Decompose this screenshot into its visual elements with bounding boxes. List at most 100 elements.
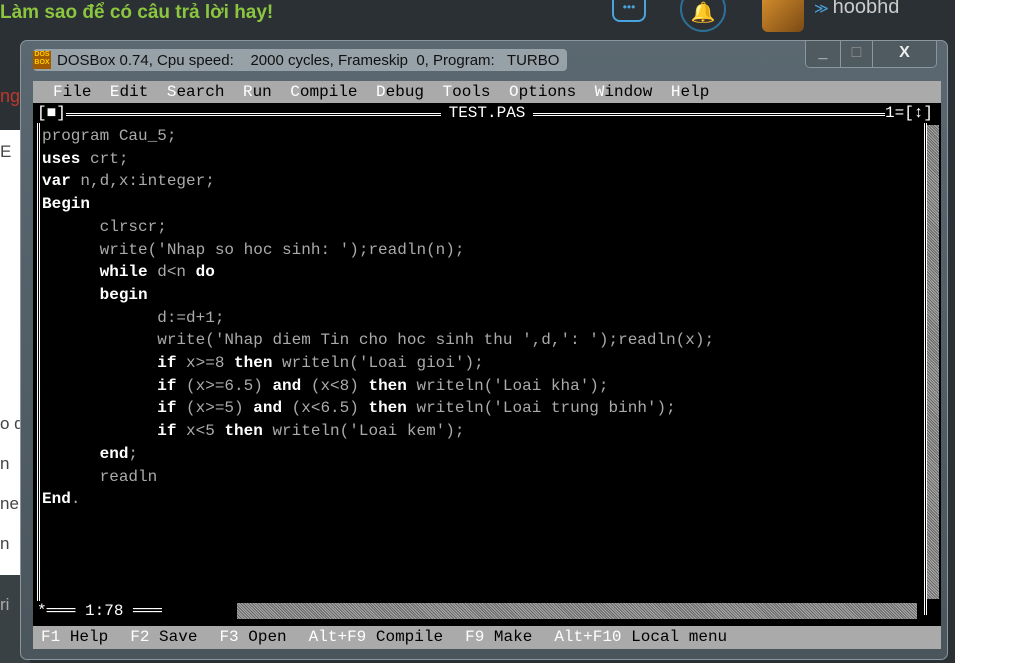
menu-hotkey: T [442, 83, 453, 101]
menu-label: ebug [385, 83, 425, 101]
vertical-scrollbar[interactable] [927, 125, 939, 599]
code-area[interactable]: program Cau_5; uses crt; var n,d,x:integer… [42, 125, 714, 511]
editor-window: TEST.PAS [■] 1=[↕] program Cau_5; uses cr… [33, 103, 941, 626]
menu-hotkey: W [594, 83, 605, 101]
code-line: write('Nhap diem Tin cho hoc sinh thu ',… [42, 329, 714, 352]
menu-item-compile[interactable]: Compile [290, 83, 357, 101]
menu-item-window[interactable]: Window [595, 83, 653, 101]
code-keyword: then [368, 376, 407, 395]
code-text: writeln('Loai kha'); [406, 376, 609, 395]
code-keyword: if [157, 422, 177, 441]
status-label: Help [69, 628, 109, 646]
code-text: . [70, 490, 81, 509]
menu-label: elp [680, 83, 710, 101]
maximize-button[interactable]: □ [840, 41, 872, 67]
code-keyword: if [157, 376, 177, 395]
code-line: clrscr; [42, 216, 714, 239]
horizontal-scrollbar[interactable] [237, 603, 917, 619]
chat-icon[interactable]: ••• [612, 0, 646, 22]
code-keyword: End [42, 490, 71, 509]
status-item-open[interactable]: F3 Open [219, 628, 286, 646]
status-bar: F1 Help F2 Save F3 Open Alt+F9 Compile F9 Ma… [33, 626, 941, 649]
menu-label: ompile [299, 83, 358, 101]
status-label: Open [248, 628, 287, 646]
code-text: (x>=6.5) [176, 376, 273, 395]
avatar[interactable] [762, 0, 804, 32]
menu-item-help[interactable]: Help [671, 83, 709, 101]
status-item-make[interactable]: F9 Make [465, 628, 532, 646]
window-number-zoom[interactable]: 1=[↕] [884, 103, 933, 123]
code-text: (x<6.5) [282, 399, 369, 418]
code-keyword: if [157, 354, 177, 373]
code-text: ; [128, 444, 139, 463]
code-text: n,d,x:integer; [70, 172, 215, 191]
user-menu[interactable]: ≫ hoobhd [814, 0, 899, 19]
code-keyword: then [224, 422, 263, 441]
page-text-fragment: n [0, 454, 10, 473]
code-keyword: uses [42, 149, 81, 168]
status-label: Save [159, 628, 198, 646]
code-line: if (x>=6.5) and (x<8) then writeln('Loai… [42, 375, 714, 398]
code-line: while d<n do [42, 261, 714, 284]
menu-item-search[interactable]: Search [167, 83, 225, 101]
close-button[interactable]: X [872, 41, 936, 67]
status-item-compile[interactable]: Alt+F9 Compile [309, 628, 443, 646]
status-key: Alt+F9 [308, 628, 367, 646]
menu-item-options[interactable]: Options [509, 83, 576, 101]
menu-hotkey: D [376, 83, 386, 101]
status-key: F2 [130, 628, 150, 646]
code-line: write('Nhap so hoc sinh: ');readln(n); [42, 239, 714, 262]
status-item-local-menu[interactable]: Alt+F10 Local menu [554, 628, 727, 646]
close-box[interactable]: [■] [37, 103, 66, 123]
window-title-bar: DOS BOX DOSBox 0.74, Cpu speed: 2000 cycl… [33, 49, 568, 71]
menu-item-run[interactable]: Run [243, 83, 272, 101]
bell-icon[interactable]: 🔔 [680, 0, 726, 32]
code-text: clrscr; [42, 217, 167, 236]
page-text-fragment: E [0, 142, 12, 161]
cursor-position: 1:78 [85, 602, 124, 620]
code-keyword: var [42, 172, 71, 191]
code-text: writeln('Loai gioi'); [272, 354, 484, 373]
status-label: Compile [375, 628, 444, 646]
menu-hotkey: R [242, 83, 253, 101]
code-line: program Cau_5; [42, 125, 714, 148]
code-text: d<n [147, 263, 196, 282]
menu-label: earch [176, 83, 225, 101]
page-text-fragment: n [0, 534, 10, 553]
page-text-fragment: ng [0, 86, 21, 106]
menu-label: ools [452, 83, 491, 101]
username: hoobhd [832, 0, 900, 18]
menu-item-edit[interactable]: Edit [110, 83, 148, 101]
code-line: readln [42, 466, 714, 489]
code-keyword: Begin [42, 195, 91, 214]
dos-screen: File Edit Search Run Compile Debug Tools Option… [33, 81, 941, 649]
editor-title: TEST.PAS [33, 103, 941, 123]
status-item-save[interactable]: F2 Save [130, 628, 197, 646]
menu-item-debug[interactable]: Debug [376, 83, 424, 101]
menu-item-file[interactable]: File [53, 83, 91, 101]
menu-hotkey: C [290, 83, 300, 101]
menu-bar: File Edit Search Run Compile Debug Tools Option… [33, 81, 941, 103]
minimize-button[interactable]: _ [806, 41, 840, 67]
status-item-help[interactable]: F1 Help [41, 628, 108, 646]
status-label: Local menu [631, 628, 728, 646]
page-text-fragment: ri [0, 595, 10, 614]
code-line: if x>=8 then writeln('Loai gioi'); [42, 352, 714, 375]
code-line: End. [42, 488, 714, 511]
status-key: Alt+F10 [554, 628, 622, 646]
window-controls: _ □ X [805, 41, 937, 68]
code-line: d:=d+1; [42, 307, 714, 330]
code-line: end; [42, 443, 714, 466]
code-text: d:=d+1; [42, 308, 225, 327]
status-label: Make [493, 628, 533, 646]
menu-item-tools[interactable]: Tools [443, 83, 491, 101]
code-keyword: if [157, 399, 177, 418]
code-line: if x<5 then writeln('Loai kem'); [42, 420, 714, 443]
code-text: write('Nhap so hoc sinh: ');readln(n); [42, 240, 465, 259]
